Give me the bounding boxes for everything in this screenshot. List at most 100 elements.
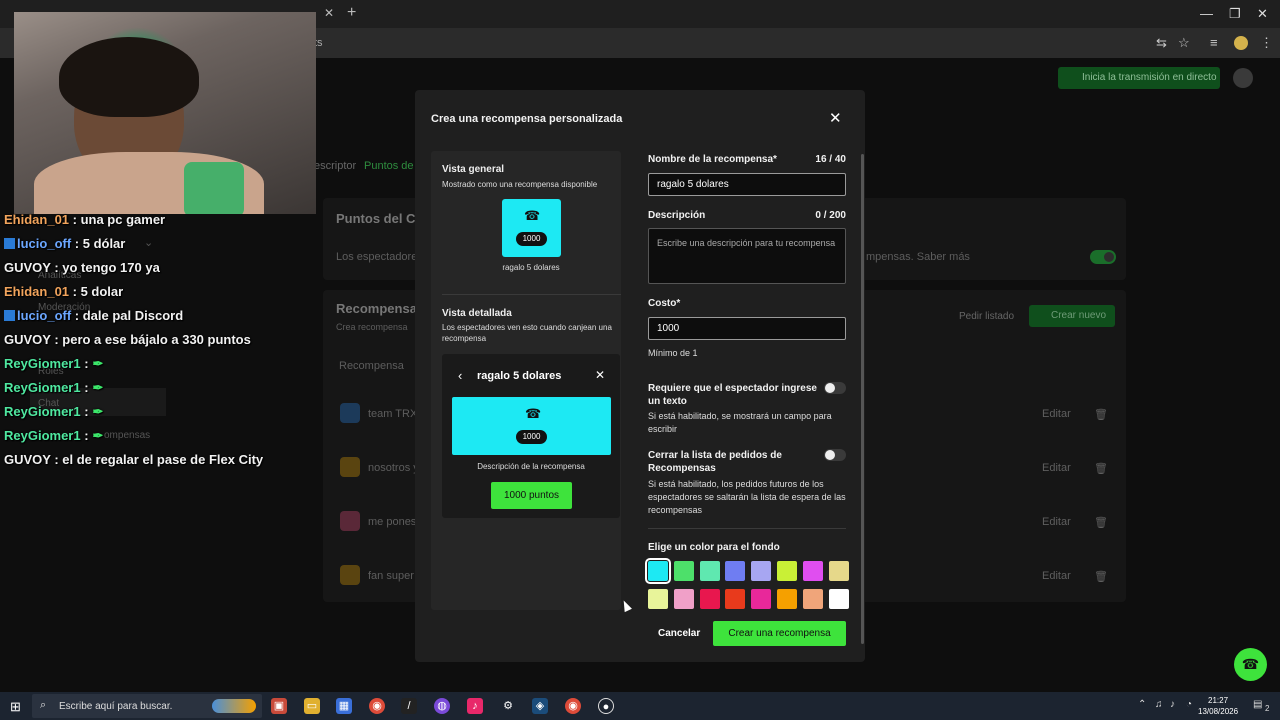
color-swatch[interactable] [777, 589, 797, 609]
tab-close-icon[interactable]: ✕ [324, 6, 334, 20]
rewards-subtitle: Crea recompensa [336, 322, 408, 332]
rewards-title: Recompensas [336, 301, 425, 316]
overview-subtitle: Mostrado como una recompensa disponible [442, 180, 598, 189]
new-tab-icon[interactable]: + [347, 4, 356, 22]
tiktok-icon[interactable]: ♪ [467, 698, 483, 714]
bookmark-star-icon[interactable]: ☆ [1178, 35, 1190, 51]
tab-channel-points[interactable]: Puntos de [364, 160, 414, 172]
chat-message: GUVOY : yo tengo 170 ya [4, 260, 304, 284]
chat-emote-icon: ✒ [92, 356, 104, 371]
reward-name-input[interactable]: ragalo 5 dolares [648, 173, 846, 196]
window-close-icon[interactable]: ✕ [1257, 6, 1268, 22]
menu-dots-icon[interactable]: ⋮ [1260, 35, 1273, 51]
help-chat-button[interactable]: ☎ [1234, 648, 1267, 681]
discord-icon[interactable]: ◍ [434, 698, 450, 714]
description-field[interactable]: Escribe una descripción para tu recompen… [648, 228, 846, 284]
chat-message: GUVOY : pero a ese bájalo a 330 puntos [4, 332, 304, 356]
obs-icon[interactable]: ● [598, 698, 614, 714]
close-icon: ✕ [595, 368, 606, 382]
color-swatch[interactable] [777, 561, 797, 581]
color-swatch[interactable] [828, 561, 849, 581]
delete-reward-icon[interactable]: 🗑 [1094, 570, 1108, 583]
chat-username: Ehidan_01 [4, 212, 70, 227]
color-swatch[interactable] [725, 589, 746, 609]
channel-points-title: Puntos del Ca [336, 211, 423, 226]
detail-subtitle: Los espectadores ven esto cuando canjean… [442, 323, 612, 343]
delete-reward-icon[interactable]: 🗑 [1094, 516, 1108, 529]
request-list-button[interactable]: Pedir listado [959, 311, 1014, 322]
stream-chat-overlay: Ehidan_01 : una pc gamer lucio_off : 5 dó… [4, 212, 304, 476]
color-swatch[interactable] [673, 589, 694, 609]
reward-tile: ☎ 1000 [502, 199, 561, 257]
color-swatch[interactable] [648, 589, 668, 609]
reward-banner: ☎ 1000 [452, 397, 611, 455]
chat-username: lucio_off [17, 308, 72, 323]
profile-avatar[interactable] [1234, 36, 1248, 50]
steam-icon[interactable]: ◈ [532, 698, 548, 714]
reward-row-icon [340, 565, 360, 585]
modal-scrollbar[interactable] [861, 154, 864, 644]
create-reward-button[interactable]: Crear una recompensa [713, 621, 846, 646]
color-swatch[interactable] [802, 589, 823, 609]
color-swatch[interactable] [645, 558, 671, 584]
microphone-icon[interactable]: ♫ [1155, 699, 1163, 710]
app-icon[interactable]: / [401, 698, 417, 714]
color-swatch[interactable] [751, 561, 772, 581]
reward-row-icon [340, 511, 360, 531]
settings-gear-icon[interactable]: ⚙ [500, 698, 516, 714]
delete-reward-icon[interactable]: 🗑 [1094, 462, 1108, 475]
reward-form: Nombre de la recompensa* 16 / 40 ragalo … [645, 90, 858, 662]
webcam-wrist-sleeve [184, 162, 244, 214]
tab-subscriber[interactable]: escriptor [314, 160, 356, 172]
chat-message: lucio_off : 5 dólar [4, 236, 304, 260]
edit-reward-button[interactable]: Editar [1042, 462, 1071, 474]
user-avatar[interactable] [1233, 68, 1253, 88]
windows-start-icon[interactable]: ⊞ [10, 699, 21, 715]
taskbar-clock[interactable]: 21:27 13/08/2026 [1198, 695, 1238, 717]
reward-cost-badge: 1000 [516, 232, 547, 246]
file-explorer-icon[interactable]: ▭ [304, 698, 320, 714]
color-swatch[interactable] [673, 561, 694, 581]
clock-time: 21:27 [1208, 696, 1229, 705]
edit-reward-button[interactable]: Editar [1042, 408, 1071, 420]
chrome-icon[interactable]: ◉ [369, 698, 385, 714]
app-icon[interactable]: ▣ [271, 698, 287, 714]
store-icon[interactable]: ▦ [336, 698, 352, 714]
taskbar-search-placeholder: Escribe aquí para buscar. [59, 701, 173, 712]
media-icon[interactable]: ≡ [1210, 35, 1218, 50]
minimize-icon[interactable]: — [1200, 6, 1213, 21]
edit-reward-button[interactable]: Editar [1042, 516, 1071, 528]
speaker-icon[interactable]: ♪ [1170, 699, 1175, 710]
color-swatch[interactable] [725, 561, 746, 581]
restore-icon[interactable]: ❐ [1229, 6, 1241, 22]
close-list-label: Cerrar la lista de pedidos de Recompensa… [648, 450, 782, 474]
notifications-icon[interactable]: ▤ [1253, 699, 1262, 710]
translate-icon[interactable]: ⇆ [1156, 35, 1167, 51]
cancel-button[interactable]: Cancelar [658, 628, 700, 639]
chat-username: GUVOY [4, 260, 51, 275]
close-list-toggle[interactable] [824, 449, 846, 461]
network-icon[interactable]: ◔ [1186, 699, 1192, 710]
cost-minimum-hint: Mínimo de 1 [648, 348, 698, 358]
color-swatch[interactable] [751, 589, 772, 609]
reward-row-name: nosotros y [368, 462, 419, 474]
cost-input[interactable]: 1000 [648, 317, 846, 340]
color-swatch[interactable] [699, 561, 720, 581]
taskbar-search[interactable]: ⌕ Escribe aquí para buscar. [32, 694, 262, 718]
reward-icon: ☎ [525, 406, 542, 421]
require-text-toggle[interactable] [824, 382, 846, 394]
chat-text: : [80, 380, 89, 395]
create-new-button[interactable]: Crear nuevo [1029, 305, 1115, 327]
color-swatch[interactable] [828, 589, 849, 609]
delete-reward-icon[interactable]: 🗑 [1094, 408, 1108, 421]
reward-column-header: Recompensa [339, 360, 404, 372]
color-swatch[interactable] [802, 561, 823, 581]
edit-reward-button[interactable]: Editar [1042, 570, 1071, 582]
go-live-button[interactable]: Inicia la transmisión en directo [1058, 67, 1220, 89]
chat-badge-icon [4, 310, 15, 321]
color-swatch[interactable] [699, 589, 720, 609]
redeem-points-button: 1000 puntos [491, 482, 572, 509]
channel-points-toggle[interactable] [1090, 250, 1116, 264]
chrome-icon[interactable]: ◉ [565, 698, 581, 714]
tray-chevron-icon[interactable]: ⌃ [1138, 699, 1146, 710]
